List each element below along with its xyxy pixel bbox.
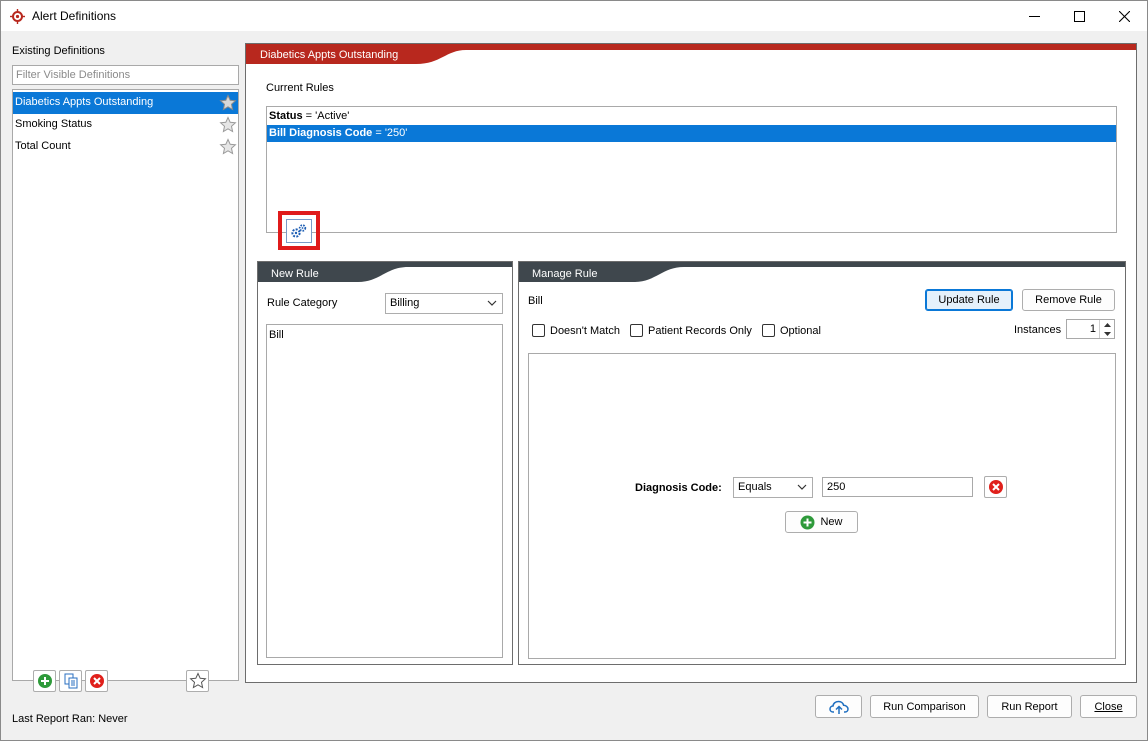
definition-label: Total Count — [15, 140, 71, 152]
current-rules-list: Status = 'Active' Bill Diagnosis Code = … — [266, 106, 1117, 233]
patient-records-only-label: Patient Records Only — [648, 324, 752, 337]
rule-field: Status — [269, 110, 303, 122]
copy-icon — [64, 673, 77, 689]
definitions-list: Diabetics Appts Outstanding Smoking Stat… — [12, 89, 239, 681]
remove-rule-button[interactable]: Remove Rule — [1022, 289, 1115, 311]
checkbox-box[interactable] — [630, 324, 643, 337]
diagnosis-code-label: Diagnosis Code: — [635, 482, 722, 494]
upload-button[interactable] — [815, 695, 862, 718]
rule-type-item[interactable]: Bill — [269, 329, 284, 341]
star-icon[interactable] — [219, 116, 237, 134]
stepper-down-button[interactable] — [1099, 329, 1114, 338]
delete-definition-button[interactable] — [85, 670, 108, 692]
checkbox-box[interactable] — [532, 324, 545, 337]
rule-settings-button[interactable] — [286, 219, 312, 243]
close-button[interactable]: Close — [1080, 695, 1137, 718]
rule-conditions-area — [528, 353, 1116, 659]
add-definition-button[interactable] — [33, 670, 56, 692]
run-report-button[interactable]: Run Report — [987, 695, 1072, 718]
definition-label: Diabetics Appts Outstanding — [15, 96, 154, 108]
rule-row[interactable]: Bill Diagnosis Code = '250' — [267, 125, 1116, 142]
maximize-button[interactable] — [1056, 1, 1102, 31]
new-condition-button[interactable]: New — [785, 511, 858, 533]
new-rule-tab-title: New Rule — [271, 268, 319, 280]
definition-item[interactable]: Smoking Status — [13, 114, 238, 136]
cloud-upload-icon — [828, 700, 849, 714]
update-rule-button[interactable]: Update Rule — [925, 289, 1013, 311]
last-report-status: Last Report Ran: Never — [12, 713, 128, 725]
minimize-button[interactable] — [1011, 1, 1057, 31]
definition-item[interactable]: Total Count — [13, 136, 238, 158]
star-icon[interactable] — [219, 138, 237, 156]
doesnt-match-checkbox[interactable]: Doesn't Match — [532, 324, 620, 337]
rule-category-value: Billing — [390, 297, 420, 309]
operator-value: Equals — [738, 481, 772, 493]
operator-select[interactable]: Equals — [733, 477, 813, 498]
doesnt-match-label: Doesn't Match — [550, 324, 620, 337]
optional-checkbox[interactable]: Optional — [762, 324, 821, 337]
patient-records-only-checkbox[interactable]: Patient Records Only — [630, 324, 752, 337]
close-window-button[interactable] — [1101, 1, 1147, 31]
rule-category-select[interactable]: Billing — [385, 293, 503, 314]
alert-definitions-window: Alert Definitions Existing Definitions D… — [0, 0, 1148, 741]
star-icon[interactable] — [219, 94, 237, 112]
favorite-button[interactable] — [186, 670, 209, 692]
optional-label: Optional — [780, 324, 821, 337]
run-comparison-button[interactable]: Run Comparison — [870, 695, 979, 718]
rule-expression: = '250' — [372, 127, 408, 139]
diagnosis-code-input[interactable]: 250 — [822, 477, 973, 497]
rule-field: Bill Diagnosis Code — [269, 127, 373, 139]
existing-definitions-heading: Existing Definitions — [12, 45, 105, 57]
new-condition-label: New — [820, 516, 843, 528]
add-icon — [800, 515, 815, 529]
current-rules-label: Current Rules — [266, 82, 334, 94]
maximize-icon — [1073, 10, 1085, 22]
minimize-icon — [1028, 15, 1040, 17]
remove-condition-button[interactable] — [984, 476, 1007, 498]
rule-types-list: Bill — [266, 324, 503, 658]
chevron-down-icon — [487, 300, 497, 306]
definition-label: Smoking Status — [15, 118, 93, 130]
instances-label: Instances — [1014, 324, 1062, 336]
definition-item[interactable]: Diabetics Appts Outstanding — [13, 92, 238, 114]
copy-definition-button[interactable] — [59, 670, 82, 692]
title-bar: Alert Definitions — [1, 1, 1147, 31]
gears-icon — [291, 224, 307, 238]
rule-category-label: Rule Category — [267, 297, 338, 309]
window-title: Alert Definitions — [32, 9, 117, 23]
diagnosis-code-value: 250 — [827, 481, 846, 493]
filter-definitions-input[interactable] — [12, 65, 239, 85]
instances-value[interactable]: 1 — [1090, 323, 1096, 335]
delete-icon — [988, 480, 1003, 494]
rule-expression: = 'Active' — [302, 110, 350, 122]
chevron-down-icon — [797, 484, 807, 490]
definition-tab-title: Diabetics Appts Outstanding — [260, 49, 399, 61]
stepper-up-button[interactable] — [1099, 320, 1114, 329]
rule-row[interactable]: Status = 'Active' — [267, 108, 1116, 125]
chevron-up-icon — [1103, 322, 1111, 327]
instances-stepper[interactable]: 1 — [1066, 319, 1115, 339]
delete-icon — [89, 674, 104, 688]
rule-name-label: Bill — [528, 295, 543, 307]
add-icon — [37, 674, 52, 688]
manage-rule-tab-header — [519, 262, 1125, 282]
checkbox-box[interactable] — [762, 324, 775, 337]
manage-rule-tab-title: Manage Rule — [532, 268, 598, 280]
app-logo-icon — [10, 9, 25, 24]
chevron-down-icon — [1103, 331, 1111, 336]
star-icon — [188, 672, 207, 689]
close-icon — [1118, 10, 1130, 22]
